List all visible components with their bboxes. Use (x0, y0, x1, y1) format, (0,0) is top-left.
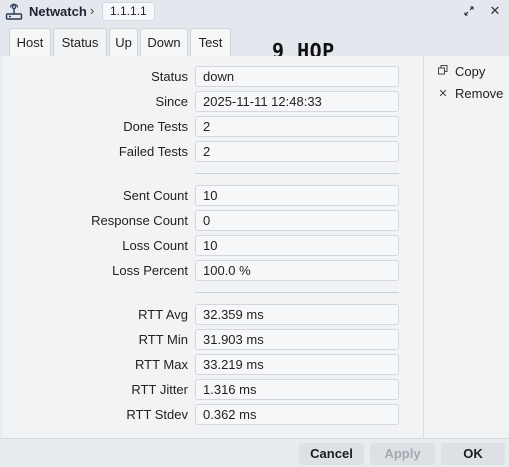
field-value: 2 (195, 141, 399, 162)
remove-button[interactable]: ✕ Remove (437, 84, 503, 102)
field-value: 10 (195, 185, 399, 206)
field-label: Response Count (91, 213, 188, 228)
tab-up[interactable]: Up (109, 28, 138, 57)
tab-host[interactable]: Host (9, 28, 51, 57)
copy-button[interactable]: Copy (437, 62, 485, 80)
field-value: 10 (195, 235, 399, 256)
field-rtt-avg: RTT Avg 32.359 ms (2, 304, 423, 325)
copy-icon (437, 64, 449, 78)
field-response-count: Response Count 0 (2, 210, 423, 231)
field-status: Status down (2, 66, 423, 87)
field-label: Failed Tests (118, 144, 188, 159)
field-rtt-stdev: RTT Stdev 0.362 ms (2, 404, 423, 425)
field-label: RTT Min (138, 332, 188, 347)
tab-bar: Host Status Up Down Test (0, 24, 509, 58)
field-label: Done Tests (123, 119, 188, 134)
field-label: Loss Count (122, 238, 188, 253)
field-done-tests: Done Tests 2 (2, 116, 423, 137)
field-value: 32.359 ms (195, 304, 399, 325)
title-bar: Netwatch › 1.1.1.1 ✕ (0, 0, 509, 24)
window-title: Netwatch (29, 4, 87, 19)
netwatch-app-icon (5, 3, 23, 20)
close-icon[interactable]: ✕ (487, 3, 503, 19)
field-label: Since (155, 94, 188, 109)
field-sent-count: Sent Count 10 (2, 185, 423, 206)
field-value: 31.903 ms (195, 329, 399, 350)
tab-test[interactable]: Test (190, 28, 231, 57)
field-label: Sent Count (122, 188, 188, 203)
tab-down[interactable]: Down (140, 28, 188, 57)
field-label: RTT Jitter (131, 382, 188, 397)
remove-icon: ✕ (438, 87, 448, 100)
copy-label: Copy (455, 63, 486, 79)
field-value: 2025-11-11 12:48:33 (195, 91, 399, 112)
field-loss-count: Loss Count 10 (2, 235, 423, 256)
field-label: Loss Percent (112, 263, 188, 278)
field-rtt-max: RTT Max 33.219 ms (2, 354, 423, 375)
field-value: 0.362 ms (195, 404, 399, 425)
field-since: Since 2025-11-11 12:48:33 (2, 91, 423, 112)
field-value: down (195, 66, 399, 87)
field-rtt-jitter: RTT Jitter 1.316 ms (2, 379, 423, 400)
field-value: 2 (195, 116, 399, 137)
remove-label: Remove (455, 85, 504, 101)
field-loss-percent: Loss Percent 100.0 % (2, 260, 423, 281)
section-divider (195, 292, 399, 293)
field-rtt-min: RTT Min 31.903 ms (2, 329, 423, 350)
field-value: 100.0 % (195, 260, 399, 281)
cancel-button[interactable]: Cancel (299, 443, 364, 465)
apply-button[interactable]: Apply (370, 443, 435, 465)
field-value: 1.316 ms (195, 379, 399, 400)
field-label: RTT Stdev (126, 407, 188, 422)
breadcrumb-item[interactable]: 1.1.1.1 (102, 2, 155, 21)
side-actions-panel: Copy ✕ Remove (423, 56, 509, 438)
field-label: RTT Max (135, 357, 188, 372)
breadcrumb-separator: › (90, 3, 95, 18)
field-value: 33.219 ms (195, 354, 399, 375)
field-value: 0 (195, 210, 399, 231)
restore-icon[interactable] (461, 3, 477, 19)
ok-button[interactable]: OK (441, 443, 505, 465)
section-divider (195, 173, 399, 174)
status-panel: Status down Since 2025-11-11 12:48:33 Do… (2, 56, 423, 438)
field-label: RTT Avg (138, 307, 188, 322)
tab-status[interactable]: Status (53, 28, 107, 58)
field-failed-tests: Failed Tests 2 (2, 141, 423, 162)
dialog-footer: Cancel Apply OK (0, 438, 509, 467)
field-label: Status (151, 69, 188, 84)
